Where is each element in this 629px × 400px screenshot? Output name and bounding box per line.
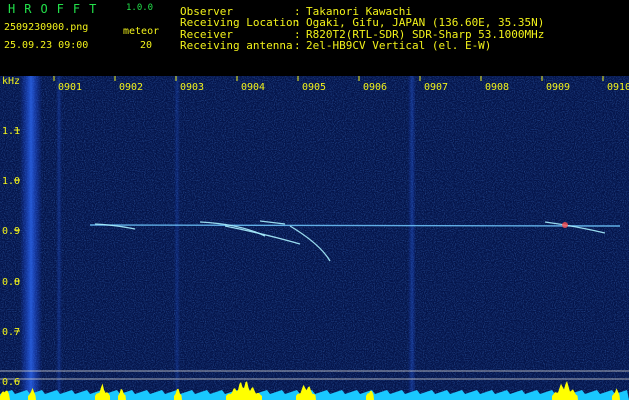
- y-tick-label: 0.9: [2, 226, 20, 237]
- y-tick-label: 1.0: [2, 176, 20, 187]
- location-value: Ogaki, Gifu, JAPAN (136.60E, 35.35N): [306, 16, 545, 29]
- x-tick-label: 0909: [546, 82, 570, 93]
- header-panel: HROFFT 1.0.0 2509230900.png meteor 25.09…: [0, 0, 629, 76]
- spectrogram-noise: [0, 76, 629, 400]
- y-tick-label: 0.8: [2, 277, 20, 288]
- y-tick-label: 0.6: [2, 377, 20, 388]
- x-tick-label: 0910: [607, 82, 629, 93]
- meteor-count: 20: [140, 40, 153, 51]
- x-tick-label: 0906: [363, 82, 387, 93]
- date-time: 25.09.23 09:00: [4, 40, 89, 51]
- y-unit-label: kHz: [2, 76, 20, 87]
- antenna-label: Receiving antenna: [180, 39, 293, 52]
- faint-column-2: [174, 76, 180, 400]
- app-title: HROFFT: [8, 2, 106, 16]
- broadband-interference-column: [20, 76, 42, 400]
- x-tick-label: 0904: [241, 82, 265, 93]
- faint-column-3: [408, 76, 416, 400]
- file-name: 2509230900.png: [4, 22, 89, 33]
- antenna-value: 2el-HB9CV Vertical (el. E-W): [306, 39, 492, 52]
- x-tick-label: 0901: [58, 82, 82, 93]
- y-tick-label: 1.1: [2, 126, 20, 137]
- location-label: Receiving Location: [180, 16, 300, 29]
- x-tick-label: 0908: [485, 82, 509, 93]
- spectrogram-plot: kHz 1.1 1.0 0.9 0.8 0.7 0.6 0901 0902 0903 0904 0…: [0, 76, 629, 400]
- x-tick-label: 0902: [119, 82, 143, 93]
- y-tick-label: 0.7: [2, 327, 20, 338]
- location-colon: :: [294, 16, 301, 29]
- faint-column-1: [56, 76, 62, 400]
- meteor-head-echo: [562, 222, 568, 228]
- x-tick-label: 0903: [180, 82, 204, 93]
- meteor-label: meteor: [123, 26, 160, 37]
- x-tick-label: 0907: [424, 82, 448, 93]
- x-tick-label: 0905: [302, 82, 326, 93]
- app-version: 1.0.0: [126, 3, 154, 13]
- hrofft-window: HROFFT 1.0.0 2509230900.png meteor 25.09…: [0, 0, 629, 400]
- antenna-colon: :: [294, 39, 301, 52]
